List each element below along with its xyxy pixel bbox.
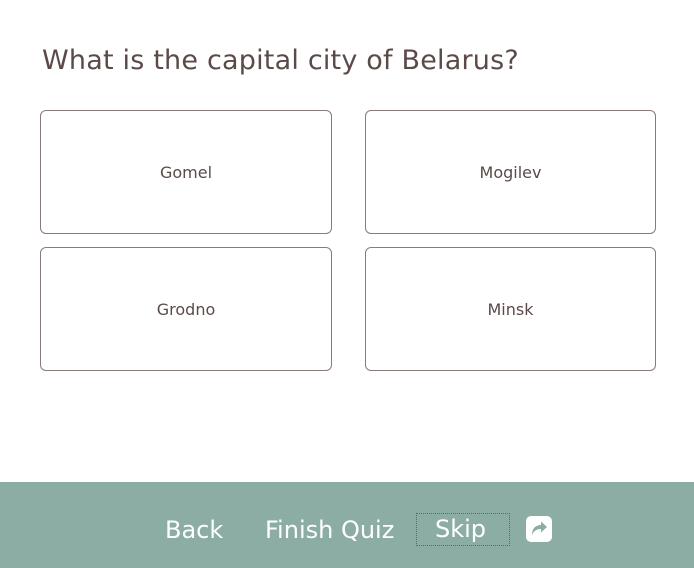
question-text: What is the capital city of Belarus? — [42, 45, 519, 76]
finish-quiz-button[interactable]: Finish Quiz — [265, 512, 394, 548]
answer-option-mogilev[interactable]: Mogilev — [365, 110, 656, 234]
share-icon[interactable] — [526, 516, 552, 542]
back-button[interactable]: Back — [165, 512, 223, 548]
answer-option-grodno[interactable]: Grodno — [40, 247, 332, 371]
answer-option-label: Grodno — [156, 299, 216, 319]
skip-button[interactable]: Skip — [416, 513, 510, 546]
answer-option-minsk[interactable]: Minsk — [365, 247, 656, 371]
answer-option-gomel[interactable]: Gomel — [40, 110, 332, 234]
quiz-page: What is the capital city of Belarus? Gom… — [0, 0, 694, 568]
answer-option-label: Minsk — [487, 299, 534, 319]
answer-option-label: Gomel — [159, 162, 213, 182]
answer-option-label: Mogilev — [479, 162, 542, 182]
quiz-footer: Back Finish Quiz Skip — [0, 482, 694, 568]
